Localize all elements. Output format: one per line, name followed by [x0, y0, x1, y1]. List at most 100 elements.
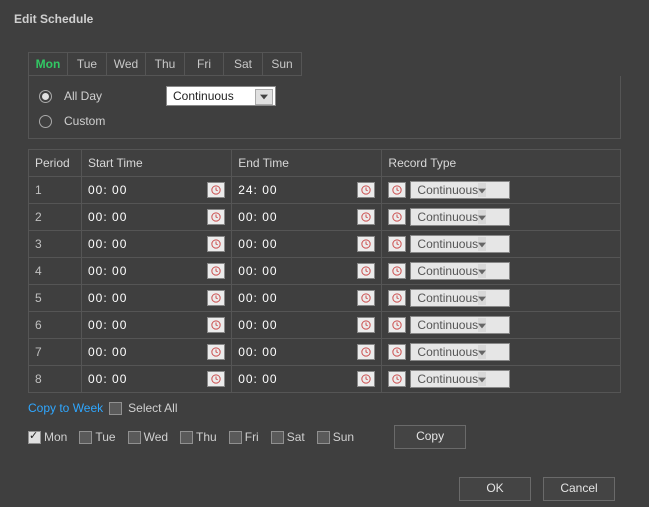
clock-icon[interactable] [357, 344, 375, 360]
dialog-title: Edit Schedule [14, 12, 635, 26]
copy-day-label: Thu [196, 430, 217, 444]
end-time-input[interactable]: 00: 00 [238, 291, 288, 305]
clock-icon[interactable] [207, 263, 225, 279]
chevron-down-icon [478, 372, 486, 386]
period-cell: 3 [29, 231, 82, 258]
end-time-input[interactable]: 24: 00 [238, 183, 288, 197]
start-time-input[interactable]: 00: 00 [88, 318, 138, 332]
clock-icon[interactable] [357, 317, 375, 333]
copy-day-checkbox[interactable] [229, 431, 242, 444]
select-all-label: Select All [128, 401, 177, 415]
ok-button[interactable]: OK [459, 477, 531, 501]
record-type-cell: Continuous [382, 231, 621, 258]
table-row: 4 00: 00 00: 00 Continuous [29, 258, 621, 285]
clock-icon[interactable] [357, 263, 375, 279]
table-row: 3 00: 00 00: 00 Continuous [29, 231, 621, 258]
start-time-cell: 00: 00 [82, 339, 232, 366]
record-type-row-select[interactable]: Continuous [410, 343, 510, 361]
tab-sat[interactable]: Sat [224, 53, 263, 75]
clock-icon[interactable] [357, 209, 375, 225]
clock-icon[interactable] [357, 182, 375, 198]
clock-icon[interactable] [357, 236, 375, 252]
end-time-input[interactable]: 00: 00 [238, 345, 288, 359]
copy-day-thu: Thu [180, 430, 217, 444]
record-type-row-value: Continuous [417, 183, 478, 197]
clock-icon[interactable] [388, 236, 406, 252]
end-time-input[interactable]: 00: 00 [238, 210, 288, 224]
copy-day-checkbox[interactable] [28, 431, 41, 444]
record-type-row-select[interactable]: Continuous [410, 370, 510, 388]
copy-day-checkbox[interactable] [317, 431, 330, 444]
copy-day-checkbox[interactable] [180, 431, 193, 444]
clock-icon[interactable] [207, 344, 225, 360]
copy-day-wed: Wed [128, 430, 168, 444]
copy-day-checkbox[interactable] [79, 431, 92, 444]
record-type-cell: Continuous [382, 258, 621, 285]
copy-button[interactable]: Copy [394, 425, 466, 449]
record-type-row-value: Continuous [417, 345, 478, 359]
record-type-cell: Continuous [382, 339, 621, 366]
record-type-row-select[interactable]: Continuous [410, 235, 510, 253]
custom-radio[interactable] [39, 115, 52, 128]
clock-icon[interactable] [388, 371, 406, 387]
end-time-cell: 00: 00 [232, 339, 382, 366]
tab-mon[interactable]: Mon [29, 53, 68, 75]
clock-icon[interactable] [357, 290, 375, 306]
clock-icon[interactable] [388, 317, 406, 333]
start-time-cell: 00: 00 [82, 258, 232, 285]
start-time-input[interactable]: 00: 00 [88, 237, 138, 251]
record-type-row-value: Continuous [417, 237, 478, 251]
clock-icon[interactable] [388, 344, 406, 360]
clock-icon[interactable] [207, 182, 225, 198]
record-type-row-select[interactable]: Continuous [410, 289, 510, 307]
clock-icon[interactable] [357, 371, 375, 387]
clock-icon[interactable] [207, 317, 225, 333]
end-time-input[interactable]: 00: 00 [238, 237, 288, 251]
tab-sun[interactable]: Sun [263, 53, 301, 75]
copy-to-week-link[interactable]: Copy to Week [28, 401, 103, 415]
chevron-down-icon [478, 264, 486, 278]
copy-day-checkbox[interactable] [128, 431, 141, 444]
cancel-button[interactable]: Cancel [543, 477, 615, 501]
end-time-input[interactable]: 00: 00 [238, 264, 288, 278]
tab-tue[interactable]: Tue [68, 53, 107, 75]
end-time-input[interactable]: 00: 00 [238, 318, 288, 332]
start-time-input[interactable]: 00: 00 [88, 345, 138, 359]
select-all-checkbox[interactable] [109, 402, 122, 415]
tab-wed[interactable]: Wed [107, 53, 146, 75]
clock-icon[interactable] [388, 263, 406, 279]
record-type-row-select[interactable]: Continuous [410, 208, 510, 226]
start-time-input[interactable]: 00: 00 [88, 372, 138, 386]
clock-icon[interactable] [207, 236, 225, 252]
end-time-cell: 00: 00 [232, 312, 382, 339]
clock-icon[interactable] [207, 290, 225, 306]
clock-icon[interactable] [207, 371, 225, 387]
start-time-input[interactable]: 00: 00 [88, 291, 138, 305]
tab-thu[interactable]: Thu [146, 53, 185, 75]
col-start: Start Time [82, 150, 232, 177]
start-time-input[interactable]: 00: 00 [88, 183, 138, 197]
all-day-radio[interactable] [39, 90, 52, 103]
record-type-row-select[interactable]: Continuous [410, 181, 510, 199]
record-type-value: Continuous [173, 89, 234, 103]
table-row: 600: 0000: 00Continuous [29, 312, 621, 339]
clock-icon[interactable] [388, 290, 406, 306]
start-time-input[interactable]: 00: 00 [88, 210, 138, 224]
clock-icon[interactable] [207, 209, 225, 225]
copy-day-label: Fri [245, 430, 259, 444]
copy-day-sun: Sun [317, 430, 354, 444]
clock-icon[interactable] [388, 209, 406, 225]
start-time-input[interactable]: 00: 00 [88, 264, 138, 278]
record-type-row-select[interactable]: Continuous [410, 262, 510, 280]
start-time-cell: 00: 00 [82, 231, 232, 258]
tab-fri[interactable]: Fri [185, 53, 224, 75]
clock-icon[interactable] [388, 182, 406, 198]
copy-day-checkbox[interactable] [271, 431, 284, 444]
chevron-down-icon [478, 237, 486, 251]
record-type-cell: Continuous [382, 366, 621, 393]
record-type-select[interactable]: Continuous [166, 86, 276, 106]
end-time-input[interactable]: 00: 00 [238, 372, 288, 386]
record-type-row-value: Continuous [417, 318, 478, 332]
period-cell: 4 [29, 258, 82, 285]
record-type-row-select[interactable]: Continuous [410, 316, 510, 334]
